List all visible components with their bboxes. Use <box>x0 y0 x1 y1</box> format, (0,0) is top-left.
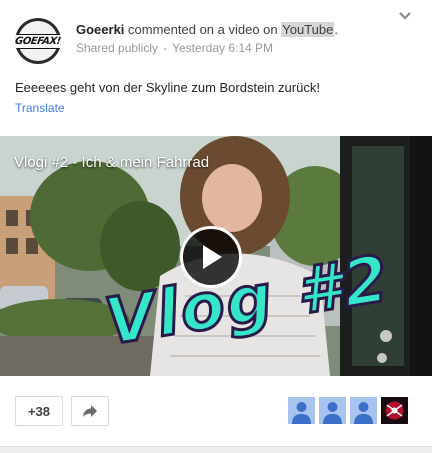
share-arrow-icon <box>83 405 97 417</box>
person-icon <box>292 402 311 424</box>
post-header-line: Goeerki commented on a video on YouTube. <box>76 22 338 37</box>
person-icon <box>323 402 342 424</box>
meta-separator: - <box>163 41 168 55</box>
plusers-list <box>288 397 408 425</box>
author-name[interactable]: Goeerki <box>76 22 124 37</box>
pluser-avatar[interactable] <box>319 397 346 424</box>
play-button[interactable] <box>180 226 242 288</box>
plus-one-button[interactable]: +38 <box>15 396 63 426</box>
video-thumbnail[interactable]: Vlogi #2 - Ich & mein Fahrrad Vlog #2 <box>0 136 432 376</box>
post-meta: Shared publicly - Yesterday 6:14 PM <box>76 41 273 55</box>
profile-image-icon <box>381 397 408 424</box>
pluser-avatar-image[interactable] <box>381 397 408 424</box>
author-avatar[interactable]: GOEFAX! <box>15 18 61 64</box>
share-button[interactable] <box>71 396 109 426</box>
post-timestamp[interactable]: Yesterday 6:14 PM <box>172 41 273 55</box>
pluser-avatar[interactable] <box>350 397 377 424</box>
site-link[interactable]: YouTube <box>281 22 335 37</box>
visibility-label[interactable]: Shared publicly <box>76 41 158 55</box>
pluser-avatar[interactable] <box>288 397 315 424</box>
card-bottom-divider <box>0 446 432 453</box>
header-suffix: . <box>334 22 338 37</box>
avatar-logo: GOEFAX! <box>15 33 61 49</box>
action-text: commented on a video on <box>124 22 282 37</box>
plus-one-count: +38 <box>27 403 51 419</box>
translate-link[interactable]: Translate <box>15 101 65 115</box>
comment-text: Eeeeees geht von der Skyline zum Bordste… <box>15 80 320 95</box>
video-title[interactable]: Vlogi #2 - Ich & mein Fahrrad <box>14 154 209 171</box>
avatar-inner: GOEFAX! <box>15 21 61 61</box>
person-icon <box>354 402 373 424</box>
chevron-down-icon[interactable] <box>398 10 412 22</box>
play-icon <box>203 245 222 269</box>
post-card: GOEFAX! Goeerki commented on a video on … <box>0 0 432 453</box>
